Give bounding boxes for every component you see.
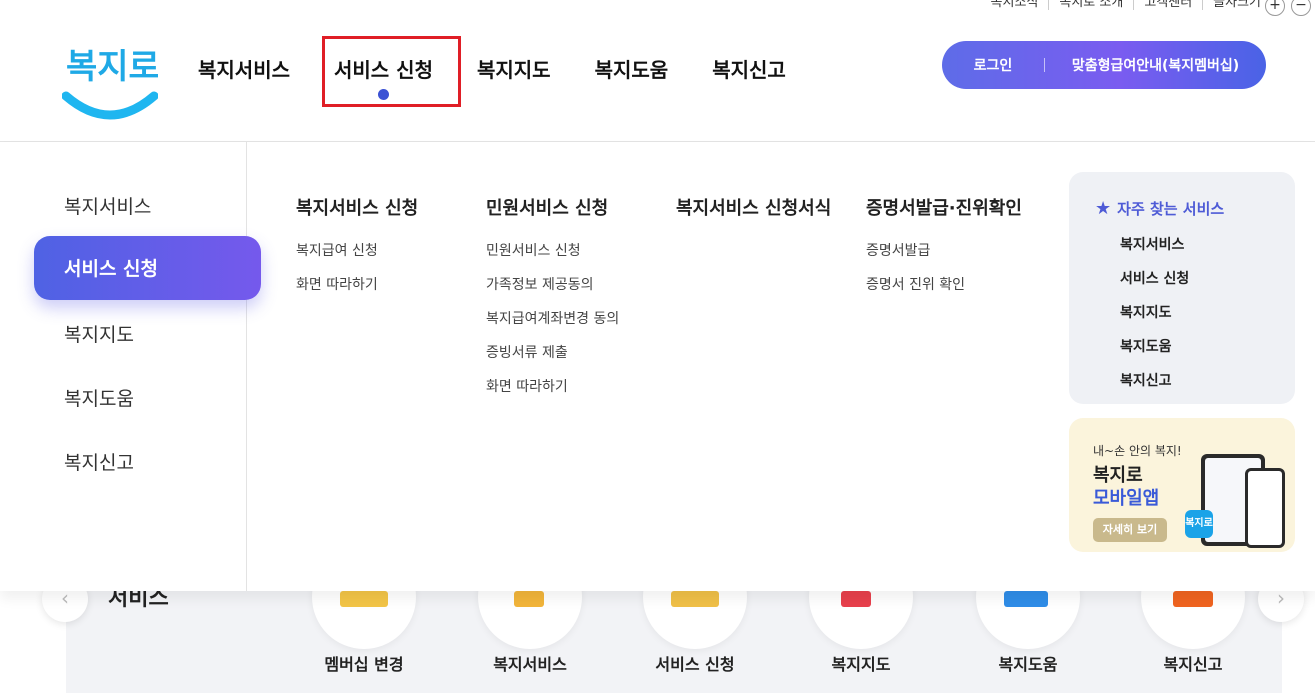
login-button[interactable]: 로그인 bbox=[942, 55, 1044, 75]
menu-link[interactable]: 복지급여계좌변경 동의 bbox=[486, 308, 619, 328]
column-title[interactable]: 복지서비스 신청서식 bbox=[676, 194, 831, 220]
auth-pill: 로그인 맞춤형급여안내(복지멤버십) bbox=[942, 41, 1266, 89]
utility-bar: 복지소식 복지로 소개 고객센터 글자크기 bbox=[981, 0, 1271, 10]
banner-tagline: 내~손 안의 복지! bbox=[1093, 444, 1182, 458]
quick-label-welfare-report: 복지신고 bbox=[1163, 655, 1223, 674]
side-item-welfare-report[interactable]: 복지신고 bbox=[64, 448, 134, 475]
star-icon: ★ bbox=[1095, 198, 1112, 219]
nav-welfare-report[interactable]: 복지신고 bbox=[712, 54, 786, 83]
frequent-link[interactable]: 복지도움 bbox=[1120, 336, 1189, 356]
side-item-welfare-service[interactable]: 복지서비스 bbox=[64, 192, 151, 219]
menu-link[interactable]: 증명서 진위 확인 bbox=[866, 274, 1022, 294]
menu-column-civil-apply: 민원서비스 신청 민원서비스 신청 가족정보 제공동의 복지급여계좌변경 동의 … bbox=[486, 194, 619, 410]
quick-label-welfare-map: 복지지도 bbox=[831, 655, 891, 674]
zoom-in-button[interactable]: + bbox=[1265, 0, 1285, 16]
side-item-welfare-map[interactable]: 복지지도 bbox=[64, 320, 134, 347]
frequent-link[interactable]: 서비스 신청 bbox=[1120, 268, 1189, 288]
frequent-link[interactable]: 복지서비스 bbox=[1120, 234, 1189, 254]
site-logo[interactable]: 복지로 bbox=[61, 36, 160, 126]
mega-menu: 복지서비스 서비스 신청 복지지도 복지도움 복지신고 복지서비스 신청 복지급… bbox=[0, 142, 1315, 591]
menu-link[interactable]: 화면 따라하기 bbox=[296, 274, 418, 294]
phone-icon bbox=[1245, 468, 1285, 548]
menu-link[interactable]: 화면 따라하기 bbox=[486, 376, 619, 396]
frequent-link[interactable]: 복지신고 bbox=[1120, 370, 1189, 390]
frequent-services-title: ★ 자주 찾는 서비스 bbox=[1095, 198, 1224, 219]
menu-link[interactable]: 가족정보 제공동의 bbox=[486, 274, 619, 294]
logo-text: 복지로 bbox=[66, 47, 158, 87]
side-item-service-apply[interactable]: 서비스 신청 bbox=[34, 236, 261, 300]
menu-link[interactable]: 증빙서류 제출 bbox=[486, 342, 619, 362]
menu-column-certificates: 증명서발급·진위확인 증명서발급 증명서 진위 확인 bbox=[866, 194, 1022, 308]
column-title[interactable]: 복지서비스 신청 bbox=[296, 194, 418, 220]
nav-welfare-service[interactable]: 복지서비스 bbox=[198, 54, 290, 83]
quick-label-service-apply: 서비스 신청 bbox=[655, 655, 735, 674]
frequent-link[interactable]: 복지지도 bbox=[1120, 302, 1189, 322]
column-title[interactable]: 증명서발급·진위확인 bbox=[866, 194, 1022, 220]
nav-welfare-map[interactable]: 복지지도 bbox=[477, 54, 551, 83]
frequent-services-box: ★ 자주 찾는 서비스 복지서비스 서비스 신청 복지지도 복지도움 복지신고 bbox=[1069, 172, 1295, 404]
mobile-app-banner[interactable]: 내~손 안의 복지! 복지로 모바일앱 자세히 보기 복지로 bbox=[1069, 418, 1295, 552]
quick-label-welfare-service: 복지서비스 bbox=[493, 655, 567, 674]
menu-link[interactable]: 민원서비스 신청 bbox=[486, 240, 619, 260]
membership-button[interactable]: 맞춤형급여안내(복지멤버십) bbox=[1045, 55, 1266, 75]
util-news-link[interactable]: 복지소식 bbox=[981, 0, 1050, 10]
side-item-welfare-help[interactable]: 복지도움 bbox=[64, 384, 134, 411]
util-help-link[interactable]: 고객센터 bbox=[1134, 0, 1204, 10]
app-logo-icon: 복지로 bbox=[1185, 510, 1213, 538]
nav-welfare-help[interactable]: 복지도움 bbox=[595, 54, 669, 83]
util-font-size-label: 글자크기 bbox=[1213, 0, 1261, 10]
highlight-box bbox=[322, 36, 461, 107]
banner-detail-button[interactable]: 자세히 보기 bbox=[1093, 518, 1167, 542]
quick-label-membership: 멤버십 변경 bbox=[324, 655, 404, 674]
logo-icon: 복지로 bbox=[61, 47, 160, 120]
frequent-title-label: 자주 찾는 서비스 bbox=[1117, 200, 1225, 218]
page: 복지소식 복지로 소개 고객센터 글자크기 + − 복지로 복지서비스 서비스 … bbox=[0, 0, 1315, 693]
menu-column-apply-forms: 복지서비스 신청서식 bbox=[676, 194, 831, 240]
column-title[interactable]: 민원서비스 신청 bbox=[486, 194, 619, 220]
font-size-controls: + − bbox=[1265, 0, 1311, 16]
util-about-link[interactable]: 복지로 소개 bbox=[1049, 0, 1135, 10]
quick-label-welfare-help: 복지도움 bbox=[998, 655, 1058, 674]
zoom-out-button[interactable]: − bbox=[1291, 0, 1311, 16]
menu-link[interactable]: 복지급여 신청 bbox=[296, 240, 418, 260]
menu-column-welfare-apply: 복지서비스 신청 복지급여 신청 화면 따라하기 bbox=[296, 194, 418, 308]
main-nav: 복지서비스 서비스 신청 복지지도 복지도움 복지신고 bbox=[198, 54, 830, 100]
menu-link[interactable]: 증명서발급 bbox=[866, 240, 1022, 260]
mega-side-nav: 복지서비스 서비스 신청 복지지도 복지도움 복지신고 bbox=[0, 142, 261, 591]
banner-subtitle: 모바일앱 bbox=[1093, 488, 1160, 509]
